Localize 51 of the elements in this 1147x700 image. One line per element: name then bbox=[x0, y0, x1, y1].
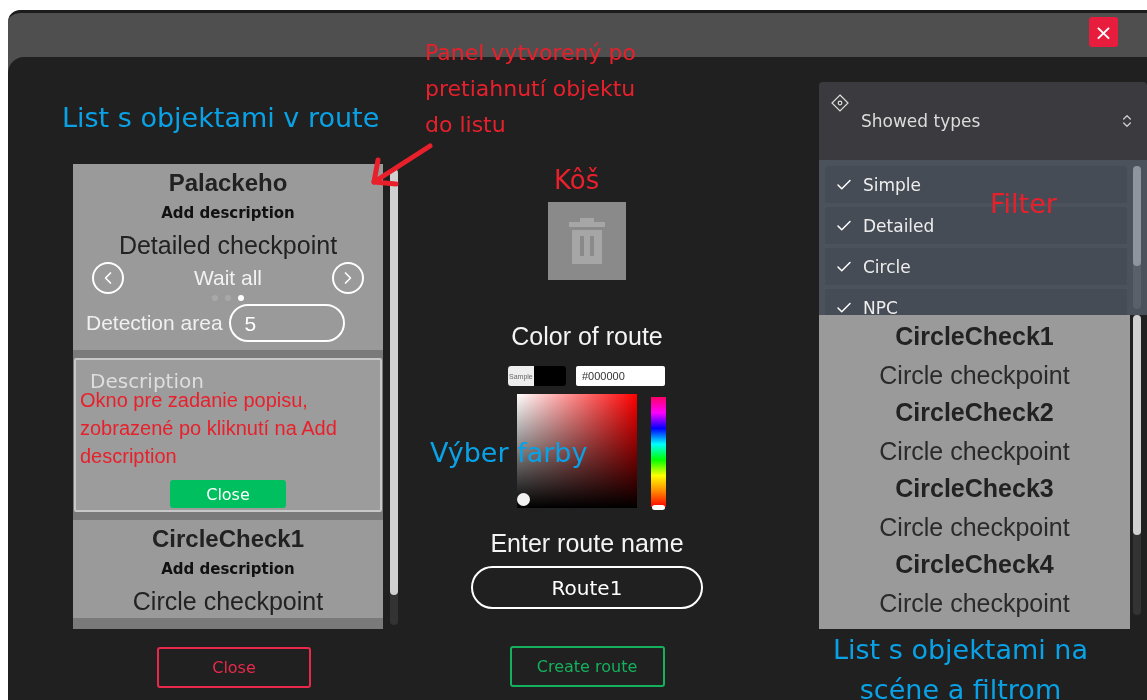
checkpoint-type: Circle checkpoint bbox=[132, 586, 324, 617]
hue-slider[interactable] bbox=[651, 397, 666, 507]
annotation-text: List s objektami v route bbox=[62, 102, 380, 133]
route-name-field[interactable]: Route1 bbox=[471, 566, 703, 609]
scrollbar[interactable] bbox=[1133, 166, 1141, 309]
filter-option[interactable]: Circle bbox=[825, 248, 1127, 285]
route-name-label: Enter route name bbox=[490, 529, 684, 558]
option-label: Detailed bbox=[863, 215, 935, 236]
object-name[interactable]: CircleCheck1 bbox=[895, 319, 1054, 353]
hue-handle[interactable] bbox=[652, 505, 665, 510]
dropdown-title: Showed types bbox=[860, 111, 982, 131]
option-label: Circle bbox=[863, 256, 911, 277]
object-name[interactable]: CircleCheck4 bbox=[895, 547, 1054, 581]
page-dot[interactable] bbox=[238, 295, 244, 301]
detection-label: Detection area bbox=[86, 311, 223, 335]
annotation-text: Výber farby bbox=[430, 437, 588, 468]
object-name[interactable]: CircleCheck2 bbox=[895, 395, 1054, 429]
scrollbar[interactable] bbox=[390, 169, 398, 625]
trash-icon bbox=[569, 218, 605, 264]
object-type: Circle checkpoint bbox=[879, 588, 1070, 619]
object-name[interactable]: CircleCheck3 bbox=[895, 471, 1054, 505]
type-dropdown[interactable]: Showed types bbox=[819, 82, 1147, 160]
annotation-text: Panel vytvorený po pretiahnutí objektu do listu bbox=[425, 39, 637, 139]
next-button[interactable] bbox=[332, 262, 364, 294]
add-description-link[interactable]: Add description bbox=[161, 198, 295, 228]
object-type: Circle checkpoint bbox=[879, 436, 1070, 467]
diamond-icon bbox=[831, 94, 849, 112]
color-title: Color of route bbox=[511, 322, 663, 351]
add-description-link[interactable]: Add description bbox=[161, 554, 295, 584]
trash-button[interactable] bbox=[548, 202, 626, 280]
saturation-area[interactable] bbox=[517, 394, 637, 508]
arrow bbox=[368, 142, 434, 188]
option-label: NPC bbox=[863, 297, 898, 315]
close-button[interactable]: × bbox=[1089, 17, 1118, 47]
checkpoint-type: Detailed checkpoint bbox=[118, 230, 338, 261]
scrollbar[interactable] bbox=[1133, 315, 1141, 615]
annotation-text: List s objektami na scéne a filtrom bbox=[832, 633, 1089, 700]
mode-label: Wait all bbox=[193, 266, 263, 290]
object-type: Circle checkpoint bbox=[879, 512, 1070, 543]
filter-option[interactable]: NPC bbox=[825, 289, 1127, 315]
annotation-text: Okno pre zadanie popisu, zobrazené po kliknutí na Add description bbox=[80, 389, 338, 469]
checkpoint-name: Palackeho bbox=[168, 168, 288, 198]
previous-button[interactable] bbox=[92, 262, 124, 294]
checkpoint-name: CircleCheck1 bbox=[151, 524, 305, 554]
create-route-button[interactable]: Create route bbox=[509, 646, 665, 687]
close-button[interactable]: Close bbox=[157, 647, 311, 688]
annotation-text: Kôš bbox=[554, 165, 600, 195]
option-label: Simple bbox=[863, 174, 922, 195]
hex-field[interactable]: #000000 bbox=[576, 366, 665, 386]
object-type: Circle checkpoint bbox=[879, 360, 1070, 391]
picker-handle[interactable] bbox=[517, 493, 530, 506]
